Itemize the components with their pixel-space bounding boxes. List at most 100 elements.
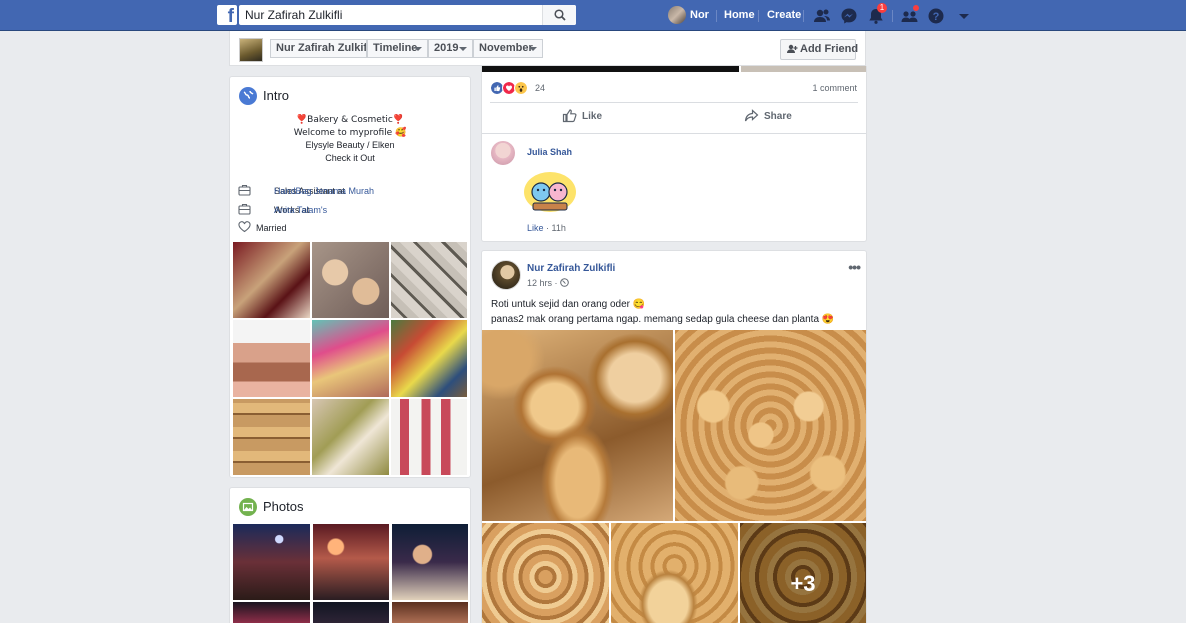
heart-icon (238, 221, 251, 233)
post-photo-grid: +3 (482, 330, 866, 623)
briefcase-icon (238, 203, 251, 215)
account-menu-chevron-down-icon[interactable] (955, 6, 975, 26)
featured-photo[interactable] (391, 242, 467, 318)
photo-thumbnail[interactable] (313, 602, 389, 623)
featured-photo[interactable] (391, 399, 467, 475)
new-activity-dot (912, 4, 920, 12)
add-friend-label: Add Friend (800, 43, 859, 55)
comment-like-link[interactable]: Like (527, 223, 544, 233)
post-card: Nur Zafirah Zulkifli 12 hrs · ••• Roti u… (481, 250, 867, 623)
bio-line: Welcome to myprofile 🥰 (293, 127, 407, 138)
chevron-down-icon (529, 47, 537, 51)
share-icon (744, 109, 759, 122)
profile-name-button[interactable]: Nur Zafirah Zulkifli (270, 39, 367, 58)
thumbs-up-icon (562, 109, 577, 123)
photo-thumbnail[interactable] (392, 602, 468, 623)
comment-meta: Like · 11h (527, 223, 566, 233)
timeline-dropdown-label: Timeline (373, 42, 418, 54)
bio-text: ❣️Bakery & Cosmetic❣️ Welcome to myprofi… (230, 114, 470, 164)
profile-name-link[interactable]: Nor (690, 9, 709, 21)
year-dropdown-label: 2019 (434, 42, 459, 54)
groups-icon[interactable] (900, 4, 920, 26)
work-link-anita-talams[interactable]: Anita Talam's (274, 205, 327, 215)
search-button[interactable] (542, 5, 576, 25)
wow-reaction-icon (514, 81, 528, 95)
featured-photo[interactable] (233, 320, 310, 397)
featured-photo[interactable] (233, 242, 310, 318)
create-link[interactable]: Create (767, 9, 801, 21)
photo-thumbnail[interactable] (233, 524, 310, 600)
post-text: Roti untuk sejid dan orang oder 😋 panas2… (491, 297, 834, 327)
work-link-handbag[interactable]: HandBag Jenama Murah (274, 186, 374, 196)
notification-badge: 1 (877, 3, 887, 13)
cartoon-sticker-image (524, 172, 576, 212)
reaction-count[interactable]: 24 (535, 83, 545, 93)
post-card: 24 1 comment Like Share Julia Shah Like … (481, 66, 867, 242)
month-dropdown[interactable]: November (473, 39, 543, 58)
featured-photo[interactable] (312, 399, 389, 475)
photo-thumbnail[interactable] (233, 602, 310, 623)
year-dropdown[interactable]: 2019 (428, 39, 473, 58)
add-friend-button[interactable]: Add Friend (780, 39, 859, 60)
featured-photo[interactable] (312, 242, 389, 318)
featured-photo[interactable] (233, 399, 310, 475)
post-author-name[interactable]: Nur Zafirah Zulkifli (527, 263, 615, 274)
nav-divider (716, 10, 717, 22)
post-photo[interactable] (482, 523, 609, 623)
bio-line: Check it Out (325, 152, 375, 163)
share-button[interactable]: Share (744, 109, 792, 122)
search-box (239, 5, 576, 25)
search-icon (554, 9, 566, 21)
chevron-down-icon (414, 47, 422, 51)
help-icon[interactable]: ? (926, 6, 946, 26)
post-photo[interactable]: +3 (740, 523, 866, 623)
svg-text:?: ? (933, 11, 940, 23)
notifications-icon[interactable]: 1 (866, 3, 887, 26)
chevron-down-icon (459, 47, 467, 51)
photos-icon (239, 498, 257, 516)
nav-divider (758, 10, 759, 22)
month-dropdown-label: November (479, 42, 533, 54)
home-link[interactable]: Home (724, 9, 755, 21)
timeline-dropdown[interactable]: Timeline (367, 39, 428, 58)
bio-line: ❣️Bakery & Cosmetic❣️ (295, 115, 405, 125)
intro-card: Intro ❣️Bakery & Cosmetic❣️ Welcome to m… (229, 76, 471, 478)
post-photo[interactable] (482, 330, 673, 521)
post-photo[interactable] (611, 523, 738, 623)
post-options-more-icon[interactable]: ••• (848, 259, 861, 275)
comment-timestamp[interactable]: 11h (552, 223, 566, 233)
facebook-logo[interactable]: f (217, 5, 237, 25)
briefcase-icon (238, 184, 251, 196)
photo-thumbnail[interactable] (313, 524, 389, 600)
commenter-avatar[interactable] (491, 141, 515, 165)
divider (490, 102, 858, 103)
profile-avatar[interactable] (668, 6, 686, 24)
post-time-text: 12 hrs · (527, 278, 558, 288)
post-text-line: Roti untuk sejid dan orang oder 😋 (491, 299, 646, 310)
featured-photos-grid (233, 242, 467, 475)
featured-photo[interactable] (312, 320, 389, 397)
photos-heading[interactable]: Photos (263, 499, 303, 514)
top-navigation-bar: f Nor Home Create 1 ? (0, 0, 1186, 31)
friend-requests-icon[interactable] (812, 6, 832, 26)
intro-heading: Intro (263, 88, 290, 103)
post-image-bottom-edge (741, 66, 866, 72)
photos-card: Photos (229, 487, 471, 623)
messenger-icon[interactable] (839, 6, 859, 26)
post-text-line: panas2 mak orang pertama ngap. memang se… (491, 314, 835, 325)
header-profile-thumbnail[interactable] (239, 38, 263, 62)
post-timestamp[interactable]: 12 hrs · (527, 278, 569, 288)
commenter-name[interactable]: Julia Shah (527, 147, 572, 157)
like-button[interactable]: Like (562, 109, 602, 123)
public-globe-icon (560, 278, 569, 287)
search-input[interactable] (239, 5, 539, 25)
nav-divider (892, 10, 893, 22)
featured-photo[interactable] (391, 320, 467, 397)
relationship-status: Married (256, 223, 287, 233)
more-photos-overlay[interactable]: +3 (740, 523, 866, 623)
divider (482, 133, 866, 134)
post-photo[interactable] (675, 330, 866, 521)
author-avatar[interactable] (491, 260, 521, 290)
photo-thumbnail[interactable] (392, 524, 468, 600)
comment-count-link[interactable]: 1 comment (812, 83, 857, 93)
